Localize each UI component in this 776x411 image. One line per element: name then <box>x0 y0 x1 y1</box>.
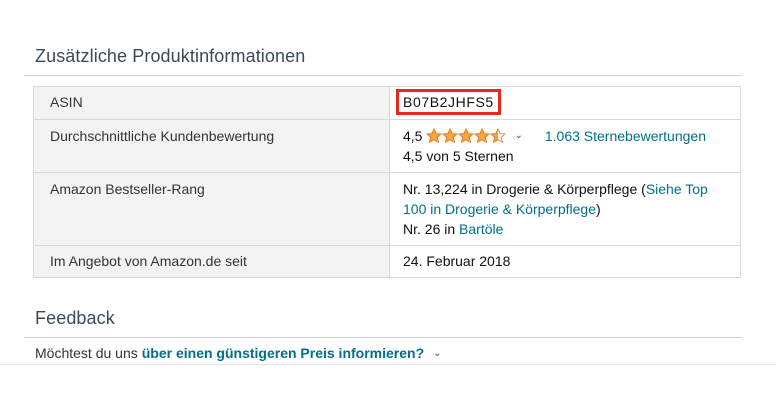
star-icon <box>474 128 491 144</box>
row-label: Durchschnittliche Kundenbewertung <box>33 119 390 173</box>
star-rating[interactable] <box>426 128 507 144</box>
table-row-rating: Durchschnittliche Kundenbewertung 4,5 ⌄ … <box>33 119 741 173</box>
asin-highlight: B07B2JHFS5 <box>396 89 501 115</box>
divider <box>0 364 776 365</box>
chevron-down-icon[interactable]: ⌄ <box>433 348 441 359</box>
divider <box>24 75 742 76</box>
row-label: Im Angebot von Amazon.de seit <box>33 245 390 278</box>
divider <box>24 337 742 338</box>
rank-suffix: ) <box>596 201 601 217</box>
row-label: Amazon Bestseller-Rang <box>33 172 390 246</box>
star-icon <box>426 128 443 144</box>
table-row-bestseller-rank: Amazon Bestseller-Rang Nr. 13,224 in Dro… <box>33 172 741 246</box>
star-icon <box>490 128 507 144</box>
table-row-available-since: Im Angebot von Amazon.de seit 24. Februa… <box>33 245 741 278</box>
feedback-prompt: Möchtest du uns über einen günstigeren P… <box>35 345 442 361</box>
rating-subtext: 4,5 von 5 Sternen <box>403 148 514 164</box>
table-row-asin: ASIN B07B2JHFS5 <box>33 86 741 120</box>
chevron-down-icon[interactable]: ⌄ <box>514 126 522 146</box>
star-icon <box>458 128 475 144</box>
feedback-text: Möchtest du uns <box>35 345 138 361</box>
product-info-page: Zusätzliche Produktinformationen ASIN B0… <box>0 0 776 411</box>
subrank-text: Nr. 26 in <box>403 221 460 237</box>
row-value: B07B2JHFS5 <box>389 86 741 120</box>
row-value: Nr. 13,224 in Drogerie & Körperpflege (S… <box>389 172 741 246</box>
product-info-table: ASIN B07B2JHFS5 Durchschnittliche Kunden… <box>33 86 741 278</box>
star-icon <box>442 128 459 144</box>
price-feedback-link[interactable]: über einen günstigeren Preis informieren… <box>142 345 424 361</box>
feedback-title: Feedback <box>35 308 115 328</box>
section-title: Zusätzliche Produktinformationen <box>35 46 306 66</box>
rank-text: Nr. 13,224 in Drogerie & Körperpflege ( <box>403 181 646 197</box>
row-value: 24. Februar 2018 <box>389 245 741 278</box>
rating-score: 4,5 <box>403 128 423 144</box>
ratings-count-link[interactable]: 1.063 Sternebewertungen <box>545 126 706 146</box>
row-value: 4,5 ⌄ 1.063 Sternebewertungen 4,5 von 5 … <box>389 119 741 173</box>
row-label: ASIN <box>33 86 390 120</box>
category-link[interactable]: Bartöle <box>459 221 503 237</box>
